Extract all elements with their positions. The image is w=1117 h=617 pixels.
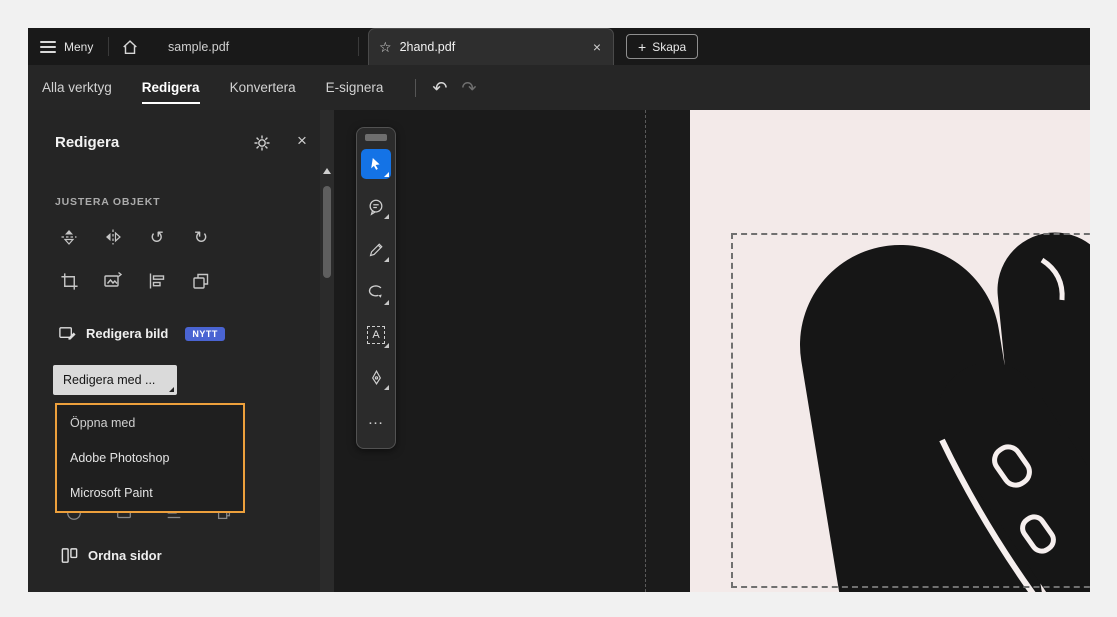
organize-pages-icon bbox=[60, 546, 79, 565]
duplicate-icon[interactable] bbox=[190, 270, 212, 292]
panel-close-icon[interactable]: × bbox=[292, 131, 312, 151]
star-icon[interactable]: ☆ bbox=[379, 39, 392, 56]
edit-image-icon bbox=[58, 324, 77, 343]
tab-2hand-pdf[interactable]: ☆ 2hand.pdf × bbox=[368, 28, 614, 65]
acrobat-window: Meny sample.pdf ☆ 2hand.pdf × + Skapa Al… bbox=[28, 28, 1090, 592]
scroll-up-arrow-icon[interactable] bbox=[323, 168, 331, 174]
submenu-corner-icon bbox=[384, 385, 389, 390]
adjust-object-row-1: ↺ ↻ bbox=[58, 226, 212, 248]
open-with-menu: Öppna med Adobe Photoshop Microsoft Pain… bbox=[55, 403, 245, 513]
plus-icon: + bbox=[638, 40, 646, 54]
submenu-corner-icon bbox=[384, 300, 389, 305]
document-canvas: A … bbox=[334, 110, 1090, 592]
submenu-corner-icon bbox=[169, 387, 174, 392]
organize-pages-button[interactable]: Ordna sidor bbox=[60, 546, 162, 565]
rotate-right-icon[interactable]: ↻ bbox=[190, 226, 212, 248]
tab-e-signera[interactable]: E-signera bbox=[326, 80, 384, 95]
submenu-corner-icon bbox=[384, 343, 389, 348]
pdf-page[interactable] bbox=[690, 110, 1090, 592]
more-icon: … bbox=[368, 411, 385, 429]
cursor-arrow-icon bbox=[368, 156, 384, 172]
edit-image-label: Redigera bild bbox=[86, 326, 168, 341]
hamburger-icon bbox=[40, 41, 56, 53]
edit-image-button[interactable]: Redigera bild NYTT bbox=[58, 324, 225, 343]
menu-label: Meny bbox=[64, 40, 93, 54]
tab-konvertera[interactable]: Konvertera bbox=[230, 80, 296, 95]
tab-alla-verktyg[interactable]: Alla verktyg bbox=[42, 80, 112, 95]
tools-toolbar: Alla verktyg Redigera Konvertera E-signe… bbox=[28, 65, 1090, 110]
replace-image-icon[interactable] bbox=[102, 270, 124, 292]
create-label: Skapa bbox=[652, 40, 686, 54]
align-objects-icon[interactable] bbox=[146, 270, 168, 292]
edit-with-button[interactable]: Redigera med ... bbox=[53, 365, 177, 395]
topbar-divider bbox=[358, 37, 359, 56]
menu-header-oppna-med: Öppna med bbox=[57, 405, 243, 440]
select-tool-button[interactable] bbox=[361, 149, 391, 179]
menu-button[interactable]: Meny bbox=[40, 28, 93, 65]
fill-sign-tool-button[interactable] bbox=[361, 363, 391, 393]
redo-icon: ↷ bbox=[461, 79, 476, 97]
new-badge: NYTT bbox=[185, 327, 225, 341]
edit-with-label: Redigera med ... bbox=[63, 373, 155, 387]
tab-sample-pdf[interactable]: sample.pdf bbox=[158, 28, 239, 65]
add-text-tool-button[interactable]: A bbox=[361, 320, 391, 350]
more-tools-button[interactable]: … bbox=[361, 405, 391, 435]
lasso-tool-button[interactable] bbox=[361, 277, 391, 307]
draw-tool-button[interactable] bbox=[361, 234, 391, 264]
comment-tool-button[interactable] bbox=[361, 192, 391, 222]
undo-icon[interactable]: ↶ bbox=[432, 79, 447, 97]
submenu-corner-icon bbox=[384, 214, 389, 219]
submenu-corner-icon bbox=[384, 257, 389, 262]
organize-pages-label: Ordna sidor bbox=[88, 548, 162, 563]
text-box-icon: A bbox=[367, 326, 385, 344]
tab-label: 2hand.pdf bbox=[400, 40, 583, 54]
submenu-corner-icon bbox=[384, 172, 389, 177]
image-selection-marquee[interactable] bbox=[731, 233, 1090, 588]
create-button[interactable]: + Skapa bbox=[626, 34, 698, 59]
tab-label: sample.pdf bbox=[168, 40, 229, 54]
adjust-object-row-2 bbox=[58, 270, 212, 292]
home-icon[interactable] bbox=[118, 35, 142, 59]
rotate-left-icon[interactable]: ↺ bbox=[146, 226, 168, 248]
flip-vertical-icon[interactable] bbox=[58, 226, 80, 248]
edit-panel: Redigera × JUSTERA OBJEKT ↺ ↻ bbox=[28, 110, 320, 592]
menu-item-adobe-photoshop[interactable]: Adobe Photoshop bbox=[57, 440, 243, 475]
topbar: Meny sample.pdf ☆ 2hand.pdf × + Skapa bbox=[28, 28, 1090, 65]
gear-icon[interactable] bbox=[252, 133, 272, 153]
scrollbar-thumb[interactable] bbox=[323, 186, 331, 278]
crop-icon[interactable] bbox=[58, 270, 80, 292]
tab-close-icon[interactable]: × bbox=[591, 39, 603, 55]
section-justera-objekt: JUSTERA OBJEKT bbox=[55, 196, 160, 208]
page-guide-line bbox=[645, 110, 646, 592]
toolbar-divider bbox=[415, 79, 416, 97]
topbar-divider bbox=[108, 37, 109, 56]
panel-scrollbar bbox=[320, 110, 334, 592]
panel-title: Redigera bbox=[55, 134, 119, 151]
menu-item-microsoft-paint[interactable]: Microsoft Paint bbox=[57, 476, 243, 511]
pen-nib-icon bbox=[368, 369, 385, 386]
tab-redigera[interactable]: Redigera bbox=[142, 80, 200, 95]
toolbar-drag-handle[interactable] bbox=[365, 134, 387, 141]
quick-tools-toolbar: A … bbox=[356, 127, 396, 449]
flip-horizontal-icon[interactable] bbox=[102, 226, 124, 248]
